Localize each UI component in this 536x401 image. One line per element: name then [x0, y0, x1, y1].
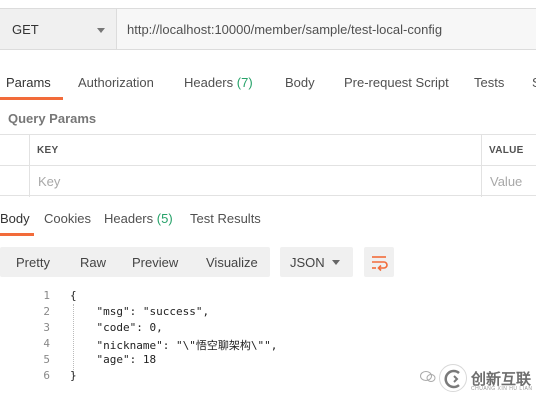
query-params-table: KEY VALUE Key Value	[0, 134, 536, 197]
key-input[interactable]: Key	[30, 166, 482, 197]
language-label: JSON	[290, 255, 325, 270]
key-column-header: KEY	[30, 135, 482, 166]
wrap-lines-button[interactable]	[364, 247, 394, 277]
code-line: 3 "code": 0,	[0, 319, 536, 335]
code-line: 2 "msg": "success",	[0, 303, 536, 319]
row-checkbox[interactable]	[0, 166, 30, 197]
url-input[interactable]: http://localhost:10000/member/sample/tes…	[117, 8, 536, 50]
visualize-button[interactable]: Visualize	[206, 255, 258, 270]
line-number: 2	[43, 305, 50, 318]
active-tab-indicator	[0, 97, 63, 100]
tab-label: S	[532, 75, 536, 90]
query-params-title: Query Params	[8, 111, 97, 126]
method-select[interactable]: GET	[0, 8, 117, 50]
language-select[interactable]: JSON	[280, 247, 353, 277]
tab-label: Pre-request Script	[344, 75, 449, 90]
code-text: }	[70, 369, 77, 382]
tab-label: Authorization	[78, 75, 154, 90]
code-text: "msg": "success",	[70, 305, 210, 318]
raw-button[interactable]: Raw	[80, 255, 106, 270]
table-header-row: KEY VALUE	[0, 135, 536, 166]
value-header-label: VALUE	[489, 145, 524, 156]
value-column-header: VALUE	[482, 135, 536, 166]
chat-bubble-icon	[420, 371, 436, 382]
method-label: GET	[12, 22, 39, 37]
active-tab-indicator	[0, 233, 34, 236]
tab-tests[interactable]: Tests	[474, 75, 504, 90]
tab-label: Headers	[184, 75, 234, 90]
tab-label: Body	[0, 211, 30, 226]
tab-label: Params	[6, 75, 51, 90]
code-line: 1 {	[0, 287, 536, 303]
code-text: "age": 18	[70, 353, 157, 366]
line-number: 1	[43, 289, 50, 302]
tab-test-results[interactable]: Test Results	[190, 211, 261, 226]
tab-response-body[interactable]: Body	[0, 211, 30, 226]
tab-pre-request-script[interactable]: Pre-request Script	[344, 75, 449, 90]
tab-settings[interactable]: S	[532, 75, 536, 90]
tab-label: Body	[285, 75, 315, 90]
checkbox-column	[0, 135, 30, 166]
line-number: 4	[43, 337, 50, 350]
value-input[interactable]: Value	[482, 166, 536, 197]
line-number: 3	[43, 321, 50, 334]
request-tabs: Params Authorization Headers (7) Body Pr…	[0, 68, 536, 100]
tab-response-headers[interactable]: Headers (5)	[104, 211, 173, 226]
tab-count: (5)	[156, 211, 173, 226]
tab-label: Cookies	[44, 211, 91, 226]
response-tabs: Body Cookies Headers (5) Test Results	[0, 204, 536, 236]
tab-count: (7)	[236, 75, 253, 90]
line-number: 6	[43, 369, 50, 382]
watermark: 创新互联 CHUANG XIN HU LIAN	[420, 362, 536, 396]
tab-params[interactable]: Params	[6, 75, 51, 90]
value-placeholder: Value	[490, 174, 523, 189]
wrap-lines-icon	[372, 256, 388, 272]
code-text: "code": 0,	[70, 321, 163, 334]
request-bar: GET http://localhost:10000/member/sample…	[0, 8, 536, 50]
tab-headers[interactable]: Headers (7)	[184, 75, 253, 90]
chevron-down-icon	[97, 28, 105, 33]
preview-button[interactable]: Preview	[132, 255, 178, 270]
code-text: {	[70, 289, 77, 302]
tab-label: Headers	[104, 211, 154, 226]
key-header-label: KEY	[37, 145, 59, 156]
code-line: 4 "nickname": "\"悟空聊架构\"",	[0, 335, 536, 352]
line-number: 5	[43, 353, 50, 366]
tab-label: Test Results	[190, 211, 261, 226]
url-text: http://localhost:10000/member/sample/tes…	[127, 22, 443, 37]
chevron-down-icon	[332, 260, 340, 265]
key-placeholder: Key	[38, 174, 61, 189]
tab-body[interactable]: Body	[285, 75, 315, 90]
tab-label: Tests	[474, 75, 505, 90]
format-group: Pretty Raw Preview Visualize	[0, 247, 270, 277]
tab-cookies[interactable]: Cookies	[44, 211, 91, 226]
tab-authorization[interactable]: Authorization	[78, 75, 154, 90]
watermark-subtitle: CHUANG XIN HU LIAN	[471, 386, 533, 392]
pretty-button[interactable]: Pretty	[16, 255, 50, 270]
logo-icon	[439, 364, 467, 392]
table-row: Key Value	[0, 166, 536, 197]
